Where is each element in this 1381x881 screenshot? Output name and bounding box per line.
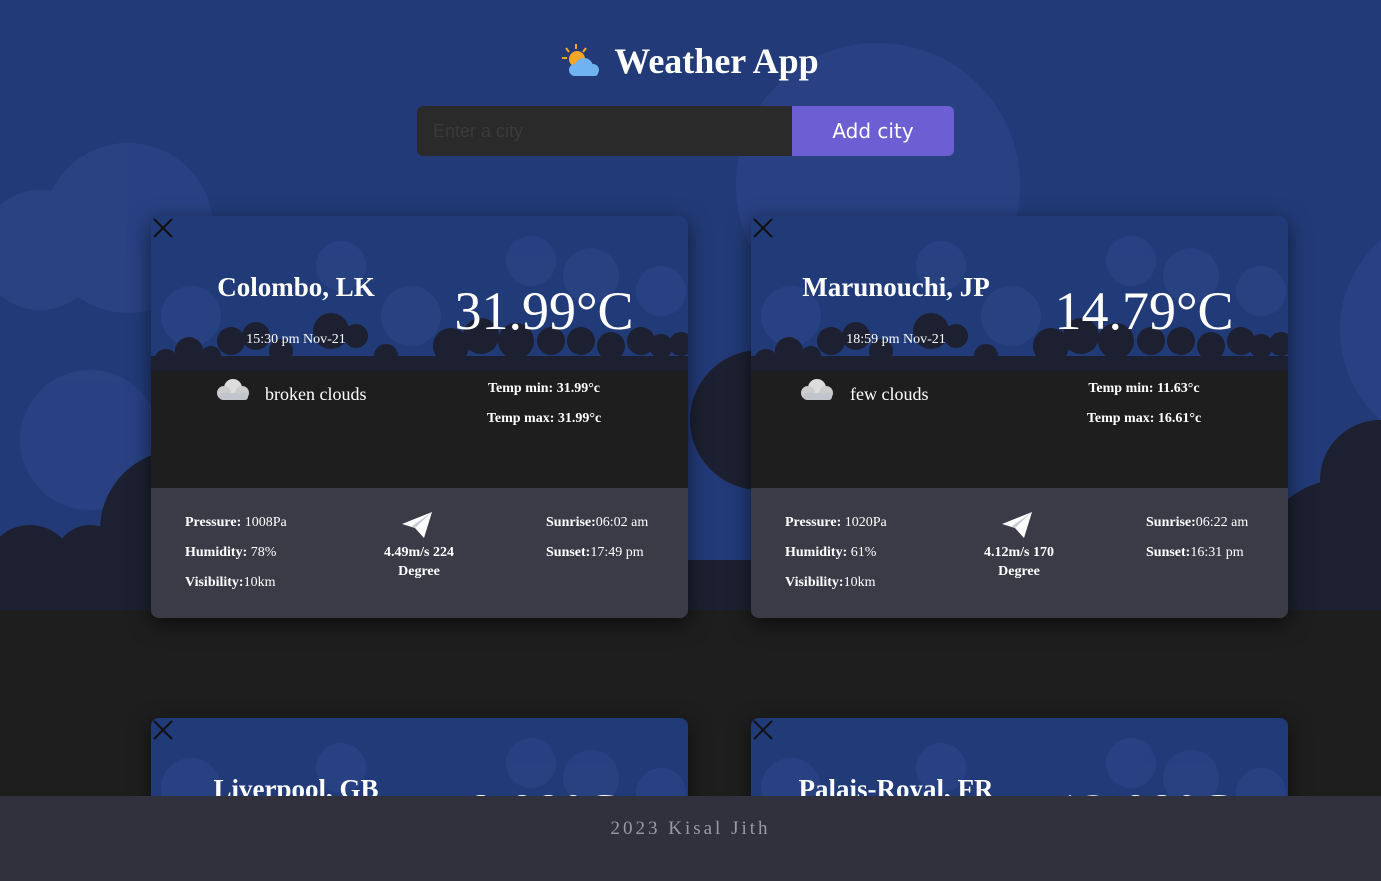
city-input[interactable] xyxy=(417,106,792,156)
footer: 2023 Kisal Jith xyxy=(0,796,1381,881)
sun-behind-cloud-icon xyxy=(562,44,600,76)
app-title: Weather App xyxy=(614,41,819,81)
card-header: Colombo, LK 15:30 pm Nov-21 31.99°C xyxy=(151,216,688,371)
weather-card: Marunouchi, JP 18:59 pm Nov-21 14.79°C f… xyxy=(751,216,1288,618)
app-header: Weather App xyxy=(0,40,1381,85)
paper-plane-icon xyxy=(1002,512,1032,538)
sunrise: Sunrise:06:02 am xyxy=(546,515,649,530)
local-time: 15:30 pm Nov-21 xyxy=(246,332,346,347)
close-icon[interactable] xyxy=(151,216,175,240)
cloud-icon xyxy=(217,379,249,400)
temp-min: Temp min: 11.63°c xyxy=(1088,381,1200,396)
close-icon[interactable] xyxy=(751,216,775,240)
weather-card: Colombo, LK 15:30 pm Nov-21 31.99°C brok… xyxy=(151,216,688,618)
temp-max: Temp max: 31.99°c xyxy=(486,411,602,426)
humidity: Humidity: 78% xyxy=(185,545,277,560)
close-icon[interactable] xyxy=(151,718,175,742)
search-bar: Add city xyxy=(417,106,954,156)
pressure: Pressure: 1020Pa xyxy=(785,515,887,530)
city-name: Colombo, LK xyxy=(217,272,375,302)
sunrise: Sunrise:06:22 am xyxy=(1146,515,1249,530)
wind: 4.49m/s 224 Degree xyxy=(384,545,454,579)
temperature: 14.79°C xyxy=(1054,281,1234,341)
visibility: Visibility:10km xyxy=(785,575,876,590)
footer-credit: 2023 Kisal Jith xyxy=(610,818,771,839)
card-details: Pressure: 1020Pa Humidity: 61% Visibilit… xyxy=(751,488,1288,618)
sunset: Sunset:16:31 pm xyxy=(1146,545,1244,560)
wind: 4.12m/s 170 Degree xyxy=(984,545,1054,579)
pressure: Pressure: 1008Pa xyxy=(185,515,287,530)
temperature: 31.99°C xyxy=(454,281,634,341)
sunset: Sunset:17:49 pm xyxy=(546,545,644,560)
temp-max: Temp max: 16.61°c xyxy=(1086,411,1202,426)
weather-description: broken clouds xyxy=(265,384,367,404)
humidity: Humidity: 61% xyxy=(785,545,877,560)
temp-min: Temp min: 31.99°c xyxy=(487,381,601,396)
add-city-button[interactable]: Add city xyxy=(792,106,954,156)
visibility: Visibility:10km xyxy=(185,575,276,590)
city-name: Marunouchi, JP xyxy=(802,272,990,302)
card-details: Pressure: 1008Pa Humidity: 78% Visibilit… xyxy=(151,488,688,618)
weather-description: few clouds xyxy=(850,384,929,404)
paper-plane-icon xyxy=(402,512,432,538)
card-header: Marunouchi, JP 18:59 pm Nov-21 14.79°C xyxy=(751,216,1288,371)
cloud-icon xyxy=(801,379,833,400)
close-icon[interactable] xyxy=(751,718,775,742)
local-time: 18:59 pm Nov-21 xyxy=(846,332,946,347)
